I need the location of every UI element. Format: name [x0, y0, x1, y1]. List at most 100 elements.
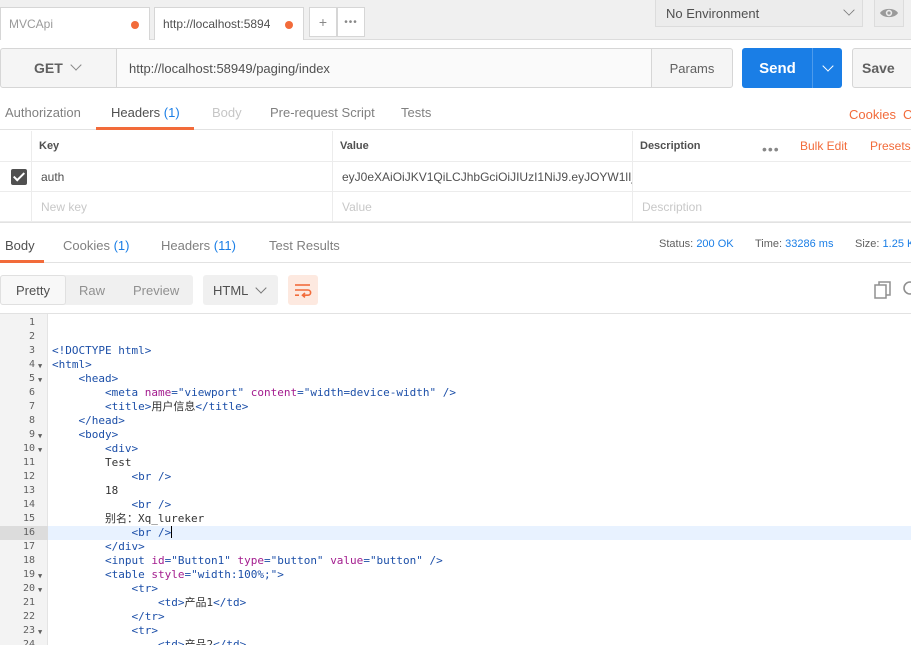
params-button[interactable]: Params: [651, 48, 733, 88]
new-value-input[interactable]: Value: [332, 192, 633, 221]
environment-quick-look-button[interactable]: [874, 0, 904, 27]
tab-mvcapi[interactable]: MVCApi: [0, 7, 150, 40]
new-tab-button[interactable]: +: [309, 7, 337, 37]
copy-icon[interactable]: [874, 281, 892, 299]
presets-link[interactable]: Presets: [870, 139, 911, 153]
fold-toggle-icon[interactable]: ▼: [38, 443, 42, 457]
code-text: <html>: [52, 358, 92, 371]
code-text: <!DOCTYPE html>: [52, 344, 152, 357]
method-select[interactable]: GET: [0, 48, 117, 88]
response-tabs: Body Cookies (1) Headers (11) Test Resul…: [0, 230, 911, 263]
url-input[interactable]: http://localhost:58949/paging/index: [116, 48, 652, 88]
fold-toggle-icon[interactable]: ▼: [38, 373, 42, 387]
tab-body[interactable]: Body: [212, 105, 242, 120]
header-value-input[interactable]: eyJ0eXAiOiJKV1QiLCJhbGciOiJIUzI1NiJ9.eyJ…: [332, 162, 633, 191]
send-label: Send: [759, 59, 796, 77]
code-text: <br />: [131, 498, 172, 511]
new-key-input[interactable]: New key: [31, 192, 332, 221]
header-description-input[interactable]: [632, 162, 911, 191]
code-line: 6 <meta name="viewport" content="width=d…: [0, 386, 911, 400]
code-text: <td>产品1</td>: [157, 596, 247, 609]
code-text: <table style="width:100%;">: [104, 568, 284, 581]
column-value: Value: [332, 131, 633, 161]
status-value: 200 OK: [696, 238, 734, 250]
code-line: 14 <br />: [0, 498, 911, 512]
tab-response-cookies[interactable]: Cookies (1): [63, 238, 129, 253]
code-link[interactable]: C: [903, 107, 911, 122]
line-number: 16: [0, 526, 48, 540]
size-readout: Size: 1.25 K: [855, 238, 911, 250]
tab-tests[interactable]: Tests: [401, 105, 431, 120]
status-label: Status:: [659, 238, 694, 250]
code-text: <input id="Button1" type="button" value=…: [104, 554, 443, 567]
send-button[interactable]: Send: [742, 48, 813, 88]
code-text: <div>: [104, 442, 139, 455]
code-text: </head>: [78, 414, 125, 427]
line-number: 13: [22, 485, 35, 496]
view-pretty-button[interactable]: Pretty: [0, 275, 66, 305]
tab-response-body[interactable]: Body: [5, 238, 35, 253]
cookies-link[interactable]: Cookies: [849, 107, 896, 122]
line-number: 24: [22, 639, 35, 645]
code-line: 20 ▼ <tr>: [0, 582, 911, 596]
tab-label: MVCApi: [9, 17, 54, 31]
code-line: 5 ▼ <head>: [0, 372, 911, 386]
code-line: 4 ▼ <html>: [0, 358, 911, 372]
line-number: 6: [28, 387, 35, 398]
tab-more-button[interactable]: •••: [337, 7, 365, 37]
wrap-lines-button[interactable]: [288, 275, 318, 305]
tab-headers[interactable]: Headers (1): [111, 105, 180, 120]
code-text: <br />: [131, 526, 173, 539]
fold-toggle-icon[interactable]: ▼: [38, 583, 42, 597]
code-text: <td>产品2</td>: [157, 638, 247, 645]
size-value: 1.25 K: [882, 238, 911, 250]
header-key-input[interactable]: auth: [31, 162, 332, 191]
view-preview-button[interactable]: Preview: [133, 275, 179, 305]
tab-cookies-label: Cookies: [63, 238, 110, 253]
search-icon[interactable]: [902, 280, 911, 298]
code-text: <tr>: [131, 582, 158, 595]
new-description-input[interactable]: Description: [632, 192, 911, 221]
fold-toggle-icon[interactable]: ▼: [38, 625, 42, 639]
view-raw-button[interactable]: Raw: [79, 275, 105, 305]
response-body-editor[interactable]: 1 2 3 <!DOCTYPE html> 4 ▼ <html> 5 ▼ <head> 6 <me…: [0, 313, 911, 645]
format-label: HTML: [213, 282, 249, 298]
send-options-button[interactable]: [812, 48, 842, 88]
eye-icon: [880, 8, 898, 18]
code-line: 17 </div>: [0, 540, 911, 554]
bulk-edit-link[interactable]: Bulk Edit: [800, 139, 847, 153]
fold-toggle-icon[interactable]: ▼: [38, 429, 42, 443]
code-line: 12 <br />: [0, 470, 911, 484]
environment-select[interactable]: No Environment: [655, 0, 863, 27]
code-line: 8 </head>: [0, 414, 911, 428]
line-number: 17: [22, 541, 35, 552]
tab-strip: MVCApi http://localhost:5894 + ••• No En…: [0, 0, 911, 40]
code-line: 19 ▼ <table style="width:100%;">: [0, 568, 911, 582]
tab-authorization[interactable]: Authorization: [5, 105, 81, 120]
header-enabled-checkbox[interactable]: [11, 169, 27, 185]
fold-toggle-icon[interactable]: ▼: [38, 359, 42, 373]
tab-headers-label: Headers: [111, 105, 161, 120]
code-line: 10 ▼ <div>: [0, 442, 911, 456]
more-icon: •••: [344, 16, 358, 28]
tab-prerequest-script[interactable]: Pre-request Script: [270, 105, 375, 120]
code-line: 11 Test: [0, 456, 911, 470]
tab-response-headers[interactable]: Headers (11): [161, 238, 236, 253]
tab-test-results[interactable]: Test Results: [269, 238, 340, 253]
format-select[interactable]: HTML: [203, 275, 278, 305]
tab-localhost[interactable]: http://localhost:5894: [154, 7, 304, 40]
more-options-icon[interactable]: •••: [762, 141, 780, 157]
save-button[interactable]: Save: [852, 48, 911, 88]
fold-toggle-icon[interactable]: ▼: [38, 569, 42, 583]
line-number: 2: [28, 331, 35, 342]
code-line: 23 ▼ <tr>: [0, 624, 911, 638]
line-number: 14: [22, 499, 35, 510]
tab-label: http://localhost:5894: [163, 17, 271, 31]
column-key: Key: [31, 131, 332, 161]
url-value: http://localhost:58949/paging/index: [129, 60, 330, 76]
line-number: 22: [22, 611, 35, 622]
headers-count-badge: (11): [213, 238, 236, 253]
line-number: 21: [22, 597, 35, 608]
code-line: 13 18: [0, 484, 911, 498]
code-text: <meta name="viewport" content="width=dev…: [104, 386, 457, 399]
